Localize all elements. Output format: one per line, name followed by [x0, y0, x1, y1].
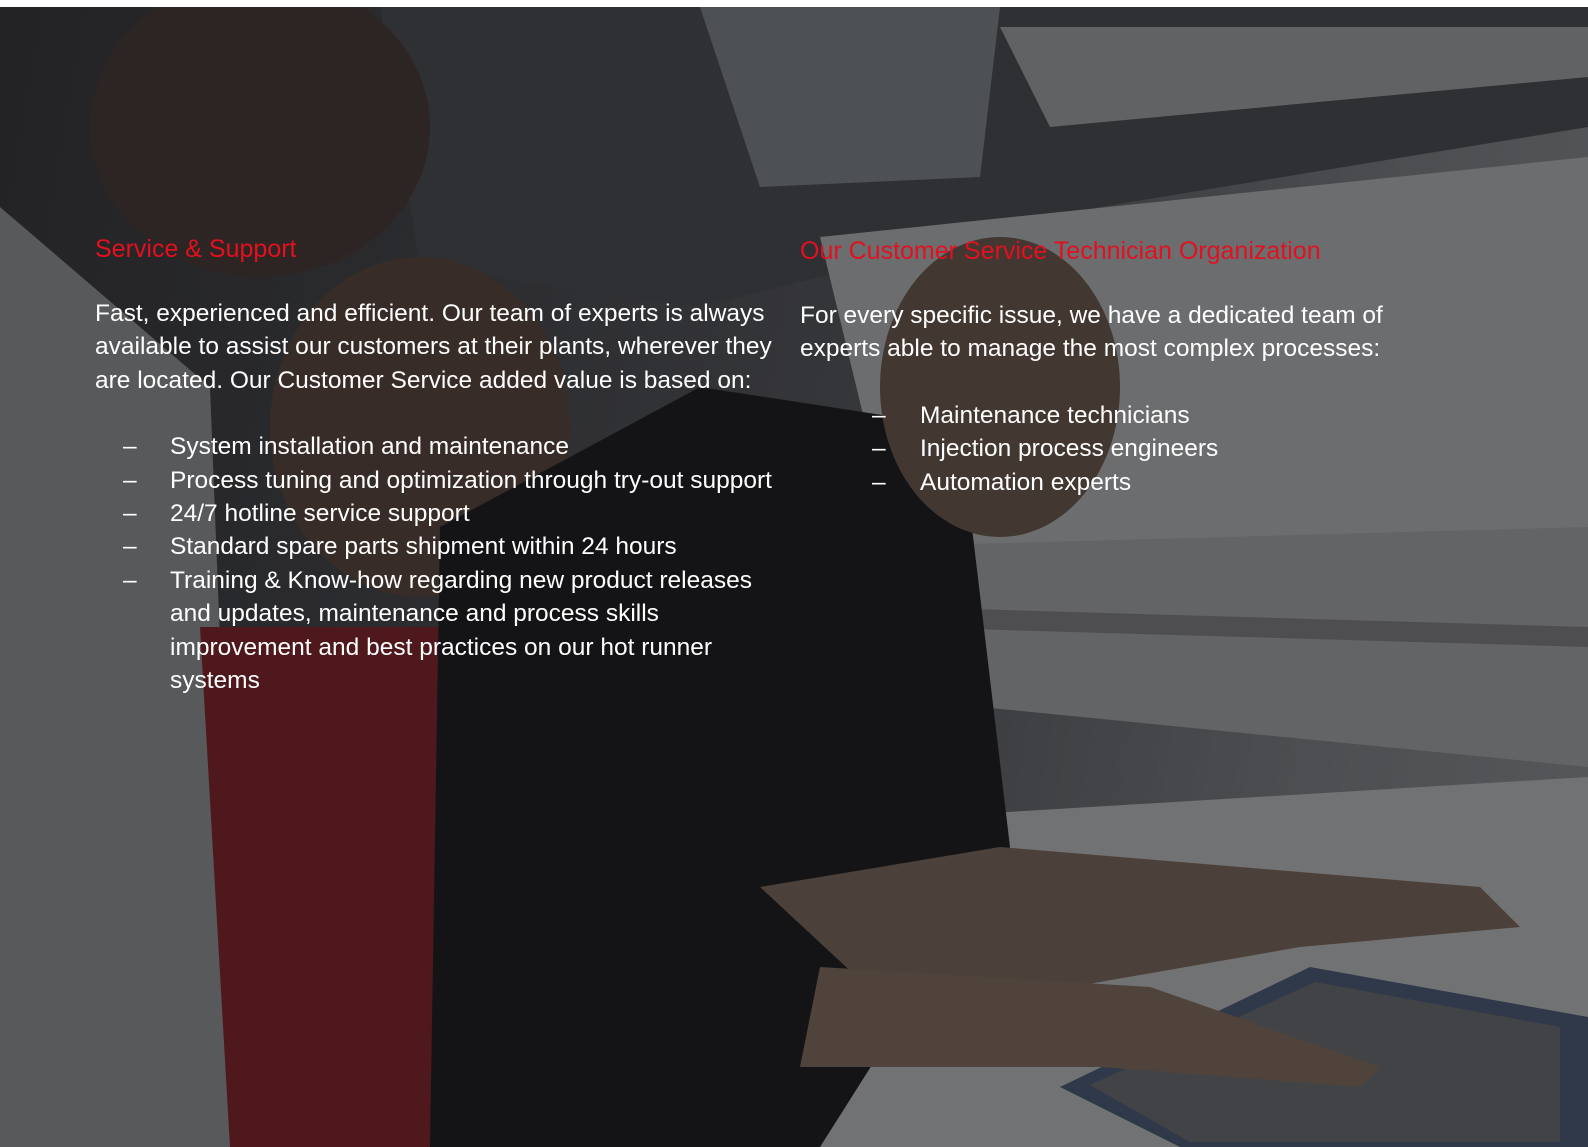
technician-organization-list: – Maintenance technicians – Injection proc… — [800, 399, 1460, 499]
list-item-text: Process tuning and optimization through … — [170, 466, 772, 494]
list-item-text: Injection process engineers — [920, 435, 1219, 463]
list-item-text: System installation and maintenance — [170, 433, 570, 461]
bullet-dash: – — [123, 500, 137, 528]
list-item: – Training & Know-how regarding new produ… — [95, 564, 785, 698]
list-item-text: Standard spare parts shipment within 24 … — [170, 533, 677, 561]
technician-organization-intro: For every specific issue, we have a dedi… — [800, 302, 1383, 363]
list-item-text: 24/7 hotline service support — [170, 500, 470, 528]
service-support-section: Service & Support Fast, experienced and … — [95, 233, 785, 697]
service-support-intro: Fast, experienced and efficient. Our tea… — [95, 300, 772, 394]
list-item: – System installation and maintenance — [95, 430, 785, 463]
bullet-dash: – — [872, 468, 886, 496]
list-item-text: Automation experts — [920, 468, 1132, 496]
bullet-dash: – — [872, 435, 886, 463]
list-item-text: Training & Know-how regarding new produc… — [170, 566, 752, 695]
list-item: – Standard spare parts shipment within 24… — [95, 530, 785, 563]
list-item: – Process tuning and optimization through… — [95, 464, 785, 497]
bullet-dash: – — [123, 433, 137, 461]
list-item: – 24/7 hotline service support — [95, 497, 785, 530]
technician-organization-section: Our Customer Service Technician Organiza… — [800, 235, 1460, 499]
list-item: – Injection process engineers — [800, 432, 1460, 465]
technician-organization-heading: Our Customer Service Technician Organiza… — [800, 237, 1321, 265]
list-item-text: Maintenance technicians — [920, 401, 1190, 429]
bullet-dash: – — [872, 401, 886, 429]
service-support-list: – System installation and maintenance – Pr… — [95, 430, 785, 697]
list-item: – Maintenance technicians — [800, 399, 1460, 432]
list-item: – Automation experts — [800, 466, 1460, 499]
bullet-dash: – — [123, 466, 137, 494]
brochure-page: Service & Support Fast, experienced and … — [0, 0, 1588, 1147]
bullet-dash: – — [123, 533, 137, 561]
service-support-heading: Service & Support — [95, 235, 297, 263]
bullet-dash: – — [123, 566, 137, 594]
